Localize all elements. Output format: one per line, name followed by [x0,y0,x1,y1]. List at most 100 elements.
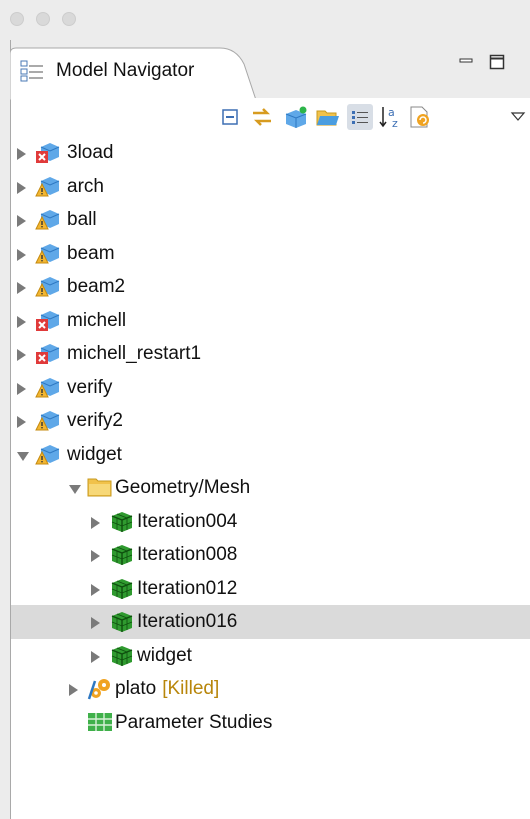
model-error-icon [35,309,61,333]
tree-item-label: Iteration012 [137,577,238,599]
new-model-icon[interactable] [283,104,309,130]
tree-row[interactable]: michell [11,304,530,338]
folder-icon [87,476,113,500]
tree-row[interactable]: verify [11,371,530,405]
tree-row[interactable]: widget [11,438,530,472]
expand-arrow-icon[interactable] [17,382,26,395]
list-view-icon[interactable] [347,104,373,130]
tree-item-label: beam [67,242,115,264]
tree-item-text: 3load [67,142,114,164]
expand-arrow-icon[interactable] [91,650,100,663]
tree-row[interactable]: Iteration016 [11,605,530,639]
tree-item-text: Iteration016 [137,611,237,633]
tree-row[interactable]: Iteration012 [11,572,530,606]
tree-item-text: beam [67,243,115,265]
tree-row[interactable]: beam [11,237,530,271]
tree-item-label: Iteration004 [137,510,238,532]
tree-row[interactable]: Geometry/Mesh [11,471,530,505]
open-folder-icon[interactable] [315,104,341,130]
tree-item-text: Iteration012 [137,578,237,600]
expand-arrow-icon[interactable] [91,617,100,629]
tab-model-navigator[interactable]: Model Navigator [10,46,260,100]
tree-row[interactable]: beam2 [11,270,530,304]
tree-row[interactable]: plato [Killed] [11,672,530,706]
expand-arrow-icon[interactable] [17,215,26,227]
sort-az-icon[interactable]: az [377,104,403,130]
expand-arrow-icon[interactable] [91,516,100,529]
expand-arrow-icon[interactable] [91,550,100,562]
tree-row[interactable]: Iteration004 [11,505,530,539]
tree-item-label: Iteration016 [137,611,238,632]
tree-item-text: widget [67,444,122,466]
mesh-icon [109,644,135,668]
model-error-icon [35,342,61,366]
tree-item-label: plato [115,678,157,699]
tree-item-label: Geometry/Mesh [115,477,251,498]
minimize-window-button[interactable] [36,12,50,26]
tree-item-text: verify2 [67,410,123,432]
tree-item-text: Iteration004 [137,511,237,533]
tree-item-label: michell [67,309,127,331]
tree-row[interactable]: Iteration008 [11,538,530,572]
tree-row[interactable]: verify2 [11,404,530,438]
tree-row[interactable]: michell_restart1 [11,337,530,371]
expand-arrow-icon[interactable] [91,583,100,596]
model-warning-icon [35,409,61,433]
job-icon [87,677,113,701]
tree-item-text: ball [67,209,97,231]
model-warning-icon [35,242,61,266]
model-warning-icon [35,275,61,299]
tree-item-label: Parameter Studies [115,711,273,733]
tree-row[interactable]: 3load [11,136,530,170]
tree-item-text: verify [67,377,112,399]
refresh-icon[interactable] [407,104,433,130]
mesh-icon [109,610,135,634]
maximize-icon[interactable] [489,54,505,75]
tree-item-text: Parameter Studies [115,712,272,734]
tree-item-label: beam2 [67,276,126,297]
view-menu-icon[interactable] [505,104,530,130]
mesh-icon [109,577,135,601]
tree-outline-icon [20,60,44,87]
collapse-arrow-icon[interactable] [69,485,81,494]
link-with-editor-icon[interactable] [249,104,275,130]
view-tab-row: Model Navigator [10,40,530,100]
table-icon [87,711,113,735]
expand-arrow-icon[interactable] [17,148,26,160]
tree-item-label: verify [67,376,113,398]
tab-label: Model Navigator [56,60,195,81]
job-status-label: [Killed] [162,678,220,699]
close-window-button[interactable] [10,12,24,26]
collapse-arrow-icon[interactable] [17,451,29,461]
window-titlebar [0,0,530,40]
zoom-window-button[interactable] [62,12,76,26]
tree-item-label: ball [67,209,97,230]
tree-row[interactable]: widget [11,639,530,673]
tree-item-text: plato [Killed] [115,678,219,700]
tree-item-text: Iteration008 [137,544,237,566]
expand-arrow-icon[interactable] [17,181,26,194]
mesh-icon [109,543,135,567]
tree-row[interactable]: Parameter Studies [11,706,530,740]
model-warning-icon [35,175,61,199]
model-warning-icon [35,443,61,467]
tree-item-label: widget [137,644,192,666]
expand-arrow-icon[interactable] [17,315,26,328]
tree-row[interactable]: ball [11,203,530,237]
tree-item-label: Iteration008 [137,544,238,565]
tree-item-label: arch [67,175,104,197]
expand-arrow-icon[interactable] [69,684,78,696]
tree-item-label: widget [67,443,122,465]
tree-row[interactable]: arch [11,170,530,204]
mesh-icon [109,510,135,534]
svg-text:z: z [392,117,398,129]
expand-arrow-icon[interactable] [17,248,26,261]
expand-arrow-icon[interactable] [17,416,26,428]
tree-item-text: michell [67,310,126,332]
collapse-all-icon[interactable] [217,104,243,130]
expand-arrow-icon[interactable] [17,282,26,294]
expand-arrow-icon[interactable] [17,349,26,361]
view-toolbar: az [11,98,530,136]
model-error-icon [35,141,61,165]
minimize-icon[interactable] [459,54,473,73]
